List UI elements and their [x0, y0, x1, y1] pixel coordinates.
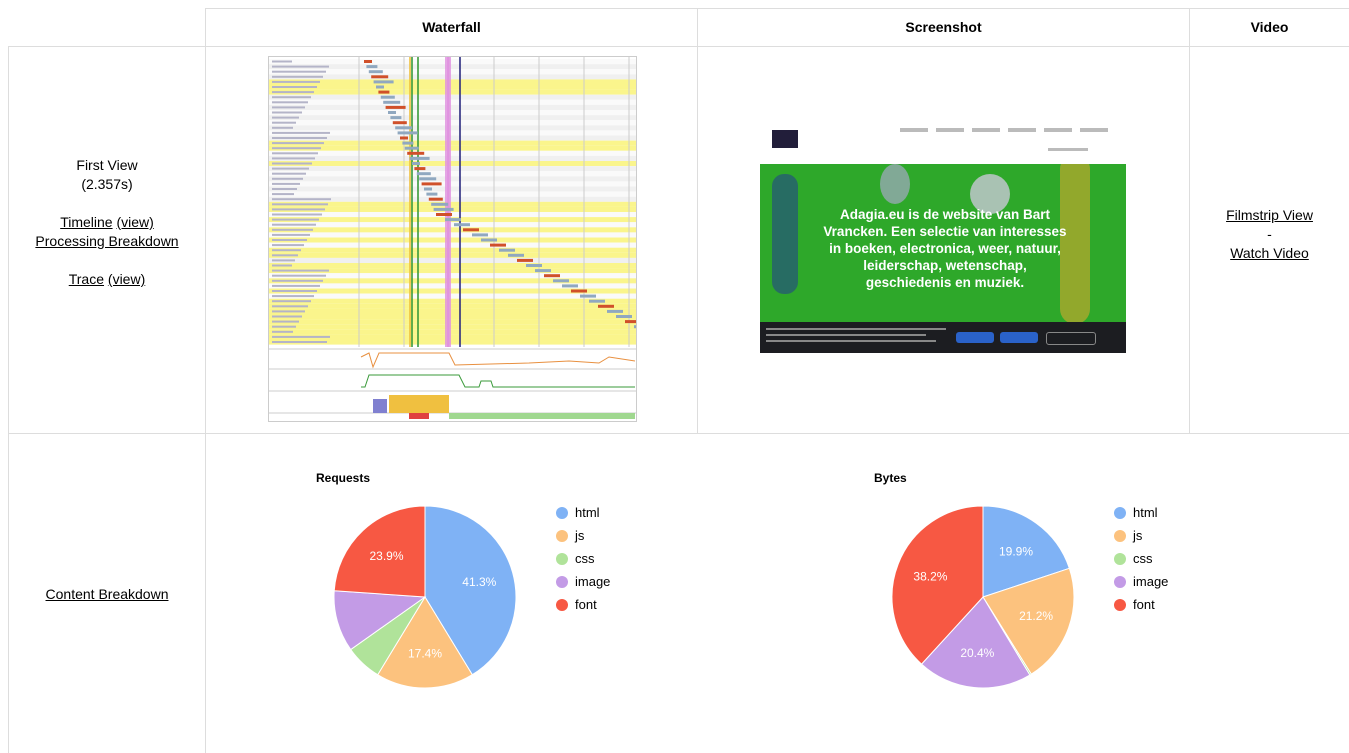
requests-chart-title: Requests [316, 471, 371, 485]
timeline-view-link[interactable]: (view) [116, 214, 153, 230]
legend-swatch-js [1114, 529, 1126, 542]
legend-item-html: html [1114, 501, 1168, 524]
screenshot-nav [760, 118, 1126, 164]
first-view-info: First View (2.357s) Timeline (view) Proc… [9, 156, 205, 289]
filmstrip-view-link[interactable]: Filmstrip View [1226, 207, 1313, 223]
pie-label-html: 41.3% [462, 575, 496, 589]
site-nav-menu [900, 128, 1110, 132]
trace-view-link[interactable]: (view) [108, 271, 145, 287]
legend-swatch-html [556, 506, 568, 519]
pie-label-html: 19.9% [999, 544, 1033, 558]
processing-breakdown-link[interactable]: Processing Breakdown [35, 233, 178, 249]
waterfall-thumbnail[interactable] [268, 56, 637, 422]
legend-swatch-html [1114, 506, 1126, 519]
first-view-time: (2.357s) [81, 176, 133, 192]
legend-item-css: css [556, 547, 610, 570]
screenshot-cookie-bar [760, 322, 1126, 353]
content-breakdown-link[interactable]: Content Breakdown [46, 586, 169, 602]
header-video: Video [1250, 19, 1289, 35]
legend-item-image: image [1114, 570, 1168, 593]
legend-swatch-css [1114, 552, 1126, 565]
legend-swatch-image [556, 575, 568, 588]
bytes-chart-title: Bytes [874, 471, 907, 485]
screenshot-headline: Adagia.eu is de website van Bart Vrancke… [823, 207, 1067, 290]
video-link-separator: - [1267, 226, 1272, 242]
pie-label-js: 21.2% [1019, 609, 1053, 623]
site-nav-menu-2 [1048, 148, 1088, 151]
pie-label-font: 38.2% [913, 570, 947, 584]
header-screenshot: Screenshot [905, 19, 982, 35]
legend-swatch-js [556, 529, 568, 542]
legend-swatch-font [556, 598, 568, 611]
table-border-header [8, 46, 1349, 47]
table-border-left [8, 46, 9, 753]
video-links: Filmstrip View - Watch Video [1190, 206, 1349, 263]
legend-item-js: js [556, 524, 610, 547]
timeline-link[interactable]: Timeline [60, 214, 112, 230]
legend-swatch-font [1114, 598, 1126, 611]
trace-link[interactable]: Trace [69, 271, 104, 287]
table-col-divider-1 [205, 8, 206, 753]
site-logo [772, 130, 798, 148]
pie-label-js: 17.4% [408, 646, 442, 660]
bytes-pie-chart: 19.9% 21.2% 20.4% 38.2% [891, 505, 1075, 689]
first-view-label: First View [76, 157, 138, 173]
content-breakdown-cell: Content Breakdown [9, 585, 205, 604]
requests-legend: html js css image font [556, 501, 610, 616]
watch-video-link[interactable]: Watch Video [1230, 245, 1309, 261]
pie-label-image: 20.4% [960, 646, 994, 660]
pie-label-font: 23.9% [369, 549, 403, 563]
header-waterfall: Waterfall [422, 19, 481, 35]
requests-pie-chart: 41.3% 17.4% 23.9% [333, 505, 517, 689]
screenshot-hero: Adagia.eu is de website van Bart Vrancke… [760, 164, 1126, 322]
page-screenshot-thumbnail[interactable]: Adagia.eu is de website van Bart Vrancke… [760, 118, 1126, 353]
table-col-divider-2 [697, 8, 698, 434]
legend-item-font: font [556, 593, 610, 616]
legend-swatch-image [1114, 575, 1126, 588]
table-border-row [8, 433, 1349, 434]
waterfall-graphic [269, 57, 636, 421]
legend-item-image: image [556, 570, 610, 593]
legend-item-js: js [1114, 524, 1168, 547]
legend-swatch-css [556, 552, 568, 565]
legend-item-css: css [1114, 547, 1168, 570]
bytes-legend: html js css image font [1114, 501, 1168, 616]
legend-item-font: font [1114, 593, 1168, 616]
legend-item-html: html [556, 501, 610, 524]
